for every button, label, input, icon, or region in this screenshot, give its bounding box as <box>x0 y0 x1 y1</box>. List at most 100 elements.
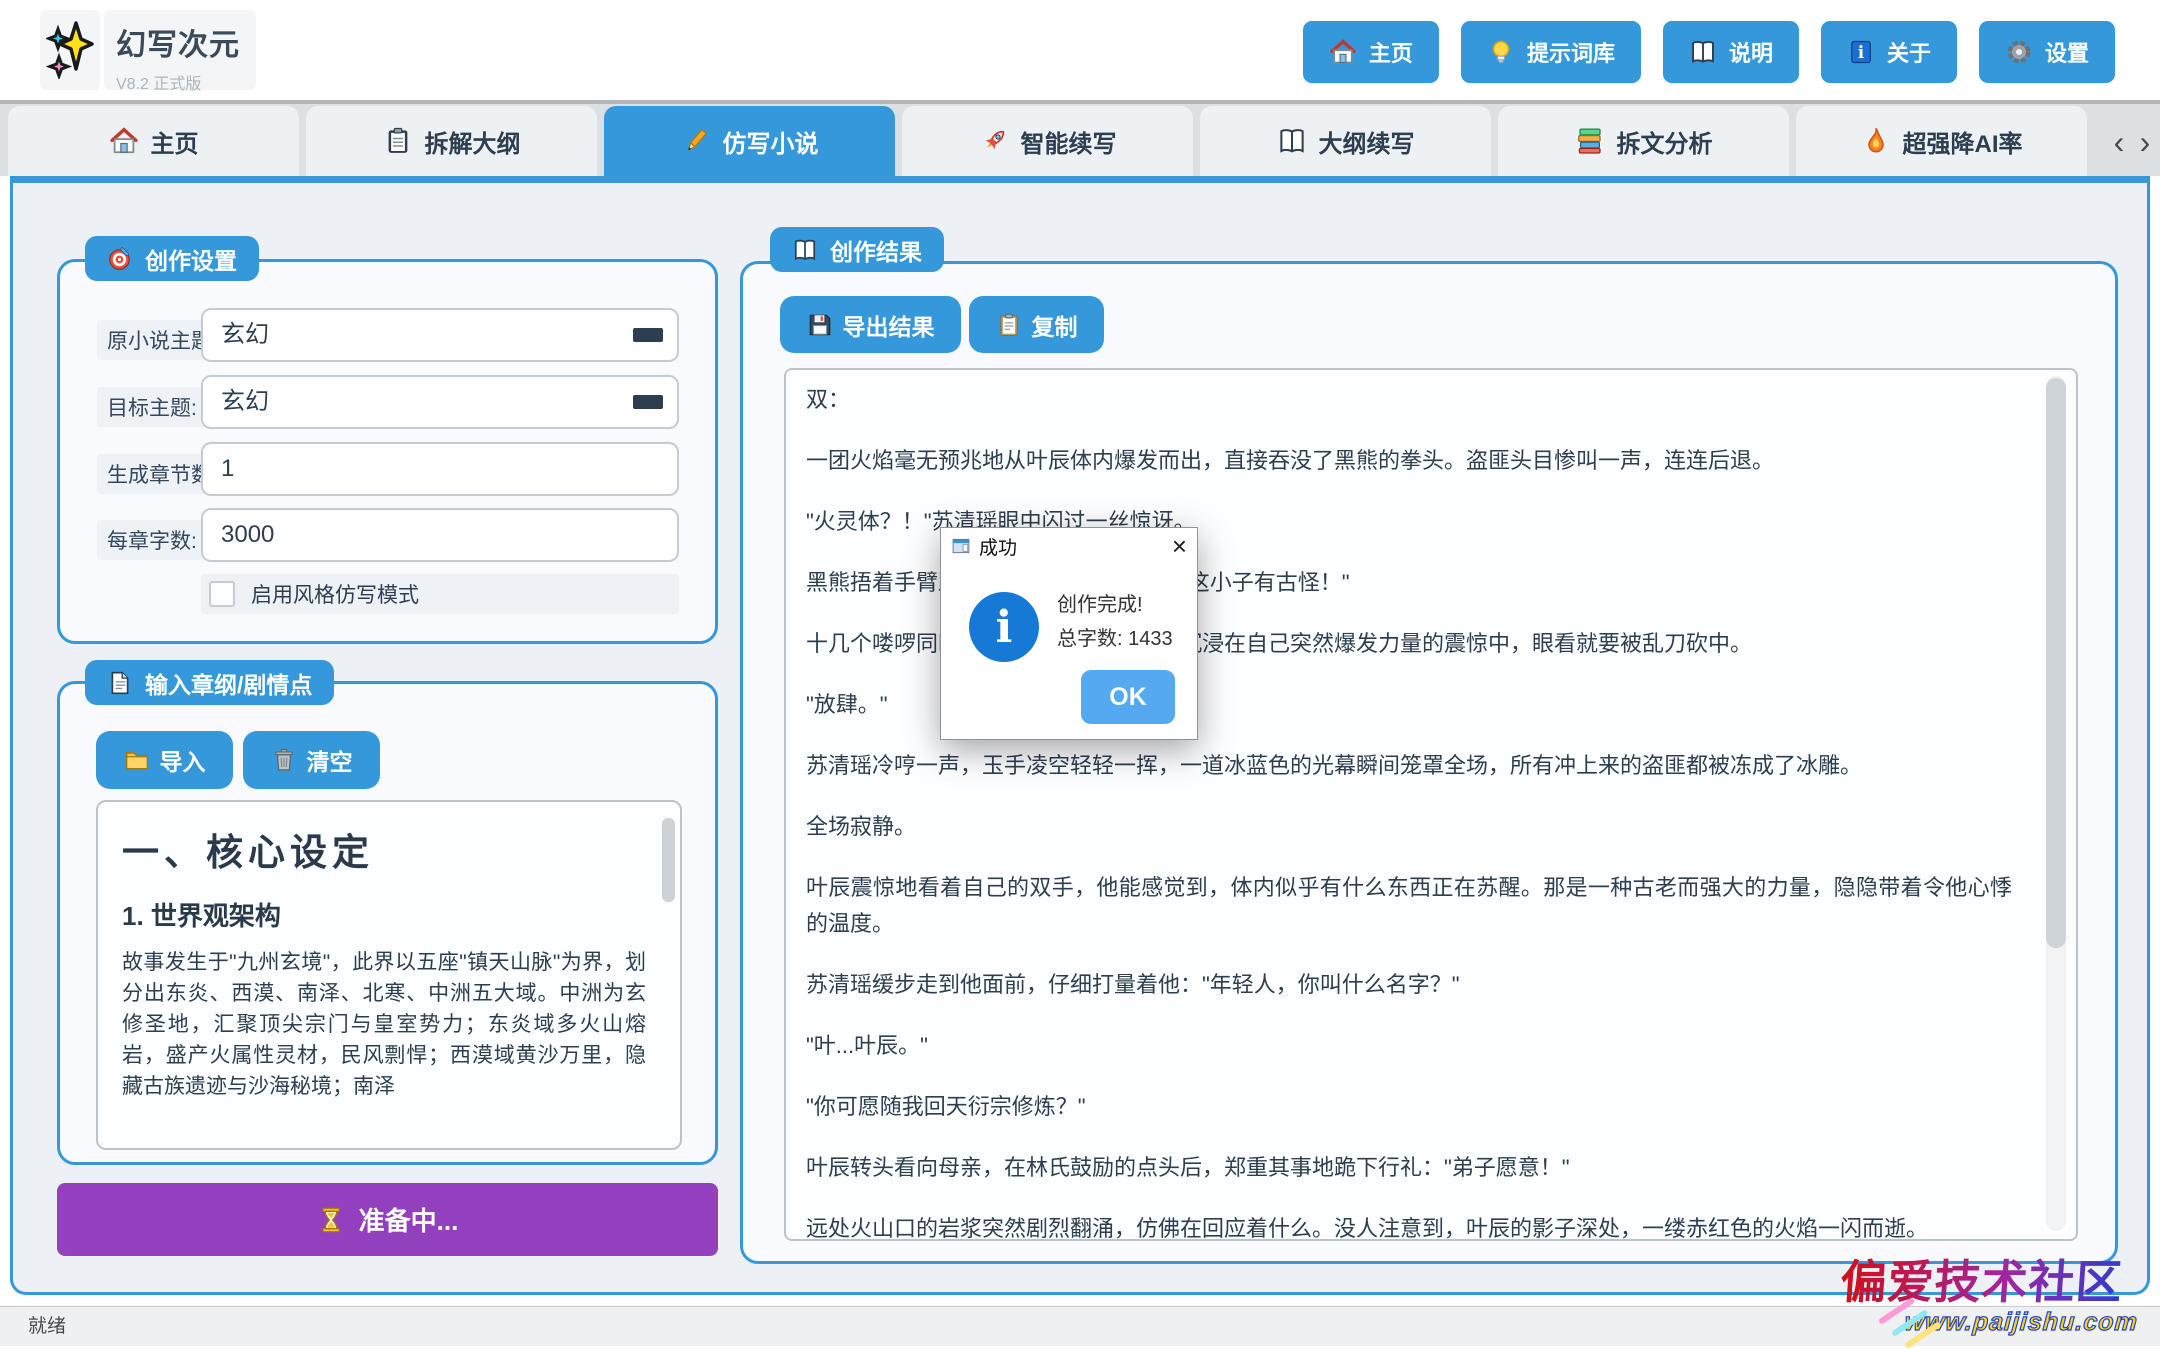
tab-scroll-controls: ‹ › <box>2106 114 2158 170</box>
dialog-message-line2: 总字数: 1433 <box>1057 622 1173 651</box>
result-paragraph: 叶辰转头看向母亲，在林氏鼓励的点头后，郑重其事地跪下行礼："弟子愿意！" <box>806 1150 2012 1186</box>
folder-icon <box>124 747 150 773</box>
combobox-dropdown-icon[interactable] <box>633 328 663 342</box>
export-result-button-label: 导出结果 <box>843 308 935 342</box>
target-theme-combobox[interactable]: 玄幻 <box>201 375 679 429</box>
style-imitate-label: 启用风格仿写模式 <box>251 579 419 609</box>
app-title-block: 幻写次元 V8.2 正式版 <box>104 10 256 90</box>
outline-scrollbar-thumb[interactable] <box>662 818 675 902</box>
nav-button-settings[interactable]: 设置 <box>1979 21 2115 83</box>
tab-imitate-novel[interactable]: 仿写小说 <box>604 106 895 176</box>
nav-button-home[interactable]: 主页 <box>1303 21 1439 83</box>
nav-button-manual[interactable]: 说明 <box>1663 21 1799 83</box>
clear-button[interactable]: 清空 <box>243 731 380 789</box>
settings-panel: 原小说主题:玄幻目标主题:玄幻生成章节数:1每章字数:3000 启用风格仿写模式 <box>57 259 718 644</box>
result-paragraph: 全场寂静。 <box>806 809 2012 845</box>
success-dialog-titlebar[interactable]: 成功 × <box>941 528 1197 564</box>
bulb-icon <box>1487 38 1515 66</box>
generate-button-label: 准备中... <box>359 1201 459 1238</box>
outline-panel-title: 输入章纲/剧情点 <box>145 666 312 700</box>
field-value: 3000 <box>221 521 274 548</box>
svg-text:i: i <box>1858 43 1864 62</box>
copy-button[interactable]: 复制 <box>969 296 1104 353</box>
tab-outline-continue[interactable]: 大纲续写 <box>1200 106 1491 176</box>
tab-label: 超强降AI率 <box>1903 124 2023 159</box>
combobox-dropdown-icon[interactable] <box>633 395 663 409</box>
nav-button-label: 设置 <box>2045 36 2089 68</box>
trash-icon <box>271 747 297 773</box>
info-icon: i <box>969 592 1039 662</box>
open-book-icon <box>1277 126 1307 156</box>
app-logo <box>40 10 100 90</box>
tab-outline-split[interactable]: 拆解大纲 <box>306 106 597 176</box>
outline-textarea[interactable]: 一、核心设定 1. 世界观架构 故事发生于"九州玄境"，此界以五座"镇天山脉"为… <box>96 800 682 1150</box>
nav-button-about[interactable]: i 关于 <box>1821 21 1957 83</box>
outline-subheading: 1. 世界观架构 <box>122 896 646 933</box>
style-imitate-row: 启用风格仿写模式 <box>201 574 679 614</box>
save-icon <box>807 312 833 338</box>
tab-label: 主页 <box>151 124 199 159</box>
chapter-count-input[interactable]: 1 <box>201 442 679 496</box>
target-icon <box>107 246 133 272</box>
result-paragraph: 苏清瑶冷哼一声，玉手凌空轻轻一挥，一道冰蓝色的光幕瞬间笼罩全场，所有冲上来的盗匪… <box>806 748 2012 784</box>
tab-home[interactable]: 主页 <box>8 106 299 176</box>
tab-label: 大纲续写 <box>1319 124 1415 159</box>
result-paragraph: 双： <box>806 382 2012 418</box>
tab-label: 智能续写 <box>1021 124 1117 159</box>
dialog-close-icon[interactable]: × <box>1172 533 1187 559</box>
import-button[interactable]: 导入 <box>96 731 233 789</box>
field-value: 玄幻 <box>221 388 269 415</box>
result-textarea[interactable]: 双： 一团火焰毫无预兆地从叶辰体内爆发而出，直接吞没了黑熊的拳头。盗匪头目惨叫一声… <box>784 368 2078 1241</box>
tab-label: 拆文分析 <box>1617 124 1713 159</box>
hourglass-icon <box>317 1206 345 1234</box>
fire-icon <box>1861 126 1891 156</box>
tabs: 主页 拆解大纲 仿写小说 智能续写 大纲续写 拆文分析 超强降AI率 <box>8 106 2087 176</box>
nav-button-label: 说明 <box>1729 36 1773 68</box>
success-dialog-title: 成功 <box>979 533 1017 560</box>
window-icon <box>951 536 971 556</box>
nav-button-label: 主页 <box>1369 36 1413 68</box>
field-value: 1 <box>221 455 234 482</box>
nav-button-label: 关于 <box>1887 36 1931 68</box>
tab-smart-continue[interactable]: 智能续写 <box>902 106 1193 176</box>
clipboard-icon <box>383 126 413 156</box>
app-title: 幻写次元 <box>116 20 240 64</box>
nav-button-label: 提示词库 <box>1527 36 1615 68</box>
gear-icon <box>2005 38 2033 66</box>
nav-button-prompt-library[interactable]: 提示词库 <box>1461 21 1641 83</box>
tab-scroll-right-icon[interactable]: › <box>2132 114 2158 170</box>
success-dialog: 成功 × i 创作完成! 总字数: 1433 OK <box>940 527 1198 740</box>
import-button-label: 导入 <box>160 743 206 777</box>
export-result-button[interactable]: 导出结果 <box>780 296 961 353</box>
outline-heading: 一、核心设定 <box>122 822 646 876</box>
result-paragraph: 叶辰震惊地看着自己的双手，他能感觉到，体内似乎有什么东西正在苏醒。那是一种古老而… <box>806 870 2012 942</box>
field-value: 玄幻 <box>221 321 269 348</box>
watermark: 偏爱技术社区 www.paijishu.com <box>1837 1246 2143 1337</box>
result-scrollbar-thumb[interactable] <box>2046 378 2066 948</box>
tab-label: 仿写小说 <box>723 124 819 159</box>
open-book-icon <box>792 237 818 263</box>
source-theme-combobox[interactable]: 玄幻 <box>201 308 679 362</box>
top-nav: 主页 提示词库 说明 i 关于 设置 <box>1303 21 2115 83</box>
style-imitate-checkbox[interactable] <box>209 581 235 607</box>
result-paragraph: "你可愿随我回天衍宗修炼？" <box>806 1089 2012 1125</box>
copy-button-label: 复制 <box>1032 308 1078 342</box>
tab-ai-reduce[interactable]: 超强降AI率 <box>1796 106 2087 176</box>
generate-button[interactable]: 准备中... <box>57 1183 718 1256</box>
result-paragraph: 远处火山口的岩浆突然剧烈翻涌，仿佛在回应着什么。没人注意到，叶辰的影子深处，一缕… <box>806 1211 2012 1241</box>
app-header: 幻写次元 V8.2 正式版 主页 提示词库 说明 i 关于 设置 <box>0 0 2160 100</box>
result-paragraph: 一团火焰毫无预兆地从叶辰体内爆发而出，直接吞没了黑熊的拳头。盗匪头目惨叫一声，连… <box>806 443 2012 479</box>
words-per-chapter-input[interactable]: 3000 <box>201 508 679 562</box>
outline-panel: 导入 清空 一、核心设定 1. 世界观架构 故事发生于"九州玄境"，此界以五座"… <box>57 681 718 1165</box>
result-panel: 导出结果 复制 双： 一团火焰毫无预兆地从叶辰体内爆发而出，直接吞没了黑熊的拳头。… <box>740 261 2118 1264</box>
status-text: 就绪 <box>28 1307 66 1346</box>
document-icon <box>107 670 133 696</box>
tab-scroll-left-icon[interactable]: ‹ <box>2106 114 2132 170</box>
settings-panel-header: 创作设置 <box>85 236 259 281</box>
ok-button[interactable]: OK <box>1081 670 1175 724</box>
tab-text-analysis[interactable]: 拆文分析 <box>1498 106 1789 176</box>
tab-bar: 主页 拆解大纲 仿写小说 智能续写 大纲续写 拆文分析 超强降AI率 ‹ › <box>0 100 2160 176</box>
rocket-icon <box>979 126 1009 156</box>
app-version: V8.2 正式版 <box>116 70 240 94</box>
result-paragraph: 苏清瑶缓步走到他面前，仔细打量着他："年轻人，你叫什么名字？" <box>806 967 2012 1003</box>
